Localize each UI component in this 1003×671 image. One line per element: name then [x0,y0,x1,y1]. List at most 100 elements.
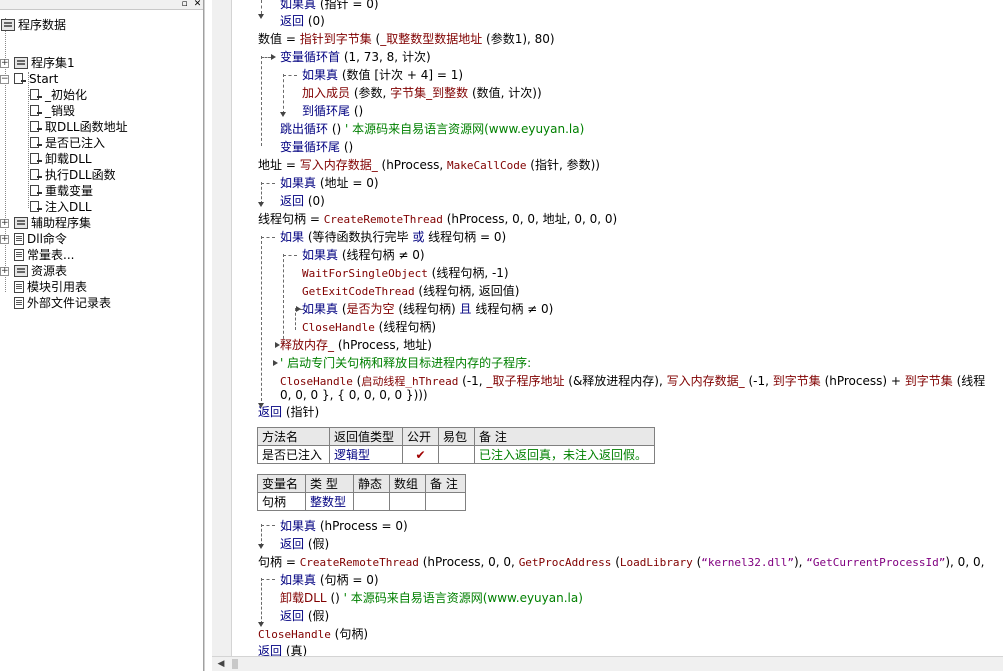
code-line[interactable]: WaitForSingleObject (线程句柄, -1) [302,264,509,282]
expand-icon[interactable]: + [0,59,9,68]
code-editor[interactable]: 如果真 (指针 = 0) 返回 (0) 数值 = 指针到字节集 (_取整数型数据… [233,0,1003,656]
scroll-left-icon[interactable]: ◀ [212,657,230,671]
document-icon [14,297,24,309]
expand-icon[interactable]: + [0,235,9,244]
method-table: 方法名 返回值类型 公开 易包 备 注 是否已注入 逻辑型 ✔ 已注入返回真，未… [257,427,655,464]
tree-item-method[interactable]: _初始化 [28,87,87,103]
code-line[interactable]: 跳出循环 () ' 本源码来自易语言资源网(www.eyuyan.la) [280,120,584,138]
code-line[interactable]: 卸载DLL () ' 本源码来自易语言资源网(www.eyuyan.la) [280,589,583,607]
tree-item-method[interactable]: 执行DLL函数 [30,167,116,183]
var-name-cell[interactable]: 句柄 [257,492,306,511]
class-icon [14,73,26,85]
method-header-return-type: 返回值类型 [329,427,403,446]
public-check-icon[interactable]: ✔ [402,445,439,464]
code-line[interactable]: 返回 (0) [280,192,325,210]
code-line[interactable]: 线程句柄 = CreateRemoteThread (hProcess, 0, … [258,210,617,228]
expand-icon[interactable]: + [0,267,9,276]
scroll-thumb[interactable] [232,659,238,669]
subroutine-icon [30,89,42,101]
code-line[interactable]: 数值 = 指针到字节集 (_取整数型数据地址 (参数1), 80) [258,30,555,48]
code-line[interactable]: CloseHandle (线程句柄) [302,318,436,336]
close-icon[interactable]: ✕ [192,0,203,10]
tree-item-method[interactable]: 是否已注入 [30,135,105,151]
subroutine-icon [30,105,42,117]
pin-icon[interactable]: ▫ [179,0,190,10]
tree-item-method[interactable]: 卸载DLL [30,151,92,167]
var-header-static: 静态 [353,474,390,493]
program-tree-panel: ▫ ✕ 程序数据 + 程序集1 − Start _初始化 _销毁 取DLL函数地… [0,0,204,671]
method-return-type-cell[interactable]: 逻辑型 [329,445,403,464]
expand-icon[interactable]: + [0,219,9,228]
tree-item-helper-set[interactable]: 辅助程序集 [14,215,91,231]
var-header-array: 数组 [389,474,426,493]
tree-item-dll-commands[interactable]: Dll命令 [14,231,67,247]
code-line[interactable]: CloseHandle (句柄) [258,625,368,643]
code-line[interactable]: 返回 (真) [258,642,307,656]
method-note-cell[interactable]: 已注入返回真，未注入返回假。 [474,445,655,464]
tree-item-external-files[interactable]: 外部文件记录表 [14,295,111,311]
code-line[interactable]: 如果真 (hProcess = 0) [280,517,408,535]
var-type-cell[interactable]: 整数型 [305,492,354,511]
method-header-note: 备 注 [474,427,655,446]
var-header-name: 变量名 [257,474,306,493]
code-line[interactable]: 变量循环首 (1, 73, 8, 计次) [280,48,431,66]
resource-icon [14,265,28,277]
code-line[interactable]: 返回 (假) [280,607,329,625]
code-line[interactable]: 如果真 (地址 = 0) [280,174,379,192]
code-line[interactable]: ' 启动专门关句柄和释放目标进程内存的子程序: [280,354,531,372]
tree-item-method[interactable]: 取DLL函数地址 [30,119,128,135]
subroutine-icon [30,185,42,197]
var-header-note: 备 注 [425,474,466,493]
dll-icon [14,233,24,245]
var-static-cell[interactable] [353,492,390,511]
document-icon [14,281,24,293]
code-line[interactable]: 返回 (指针) [258,403,319,421]
code-line[interactable]: 如果真 (数值 [计次 + 4] = 1) [302,66,463,84]
code-line[interactable]: 变量循环尾 () [280,138,353,156]
folder-icon [1,19,15,31]
subroutine-icon [30,201,42,213]
tree-item-resources[interactable]: 资源表 [14,263,67,279]
collapse-icon[interactable]: − [0,75,9,84]
code-line[interactable]: 句柄 = CreateRemoteThread (hProcess, 0, 0,… [258,553,984,571]
code-line[interactable]: 返回 (0) [280,12,325,30]
vertical-scrollbar[interactable] [212,0,232,656]
tree-item-method[interactable]: 重载变量 [30,183,93,199]
code-line[interactable]: 如果真 (句柄 = 0) [280,571,379,589]
method-header-easy-pkg: 易包 [438,427,475,446]
code-line[interactable]: 返回 (假) [280,535,329,553]
tree-item-program-set[interactable]: 程序集1 [14,55,75,71]
method-easy-pkg-cell[interactable] [438,445,475,464]
subroutine-icon [30,121,42,133]
subroutine-icon [30,169,42,181]
tree-item-method[interactable]: 注入DLL [30,199,92,215]
table-icon [14,249,24,261]
method-header-name: 方法名 [257,427,330,446]
var-note-cell[interactable] [425,492,466,511]
var-array-cell[interactable] [389,492,426,511]
tree-item-method[interactable]: _销毁 [30,103,75,119]
code-line[interactable]: 如果真 (是否为空 (线程句柄) 且 线程句柄 ≠ 0) [302,300,553,318]
subroutine-icon [30,153,42,165]
panel-splitter[interactable] [204,0,212,671]
code-line[interactable]: GetExitCodeThread (线程句柄, 返回值) [302,282,519,300]
variable-table: 变量名 类 型 静态 数组 备 注 句柄 整数型 [257,474,466,511]
method-header-public: 公开 [402,427,439,446]
tree-item-start[interactable]: Start [14,71,58,87]
code-line[interactable]: 地址 = 写入内存数据_ (hProcess, MakeCallCode (指针… [258,156,600,174]
code-line[interactable]: 0, 0, 0 }, { 0, 0, 0, 0 }))) [280,386,428,404]
code-line[interactable]: 如果真 (线程句柄 ≠ 0) [302,246,425,264]
code-line[interactable]: 加入成员 (参数, 字节集_到整数 (数值, 计次)) [302,84,542,102]
horizontal-scrollbar[interactable]: ◀ [212,656,1003,671]
code-line[interactable]: 到循环尾 () [302,102,363,120]
method-name-cell[interactable]: 是否已注入 [257,445,330,464]
subroutine-icon [30,137,42,149]
tree-item-module-refs[interactable]: 模块引用表 [14,279,87,295]
tree-root[interactable]: 程序数据 [1,17,66,33]
module-icon [14,57,28,69]
code-line[interactable]: 如果 (等待函数执行完毕 或 线程句柄 = 0) [280,228,506,246]
code-line[interactable]: 释放内存_ (hProcess, 地址) [280,336,432,354]
tree-item-constants[interactable]: 常量表... [14,247,74,263]
module-icon [14,217,28,229]
panel-title-bar: ▫ ✕ [0,0,203,10]
